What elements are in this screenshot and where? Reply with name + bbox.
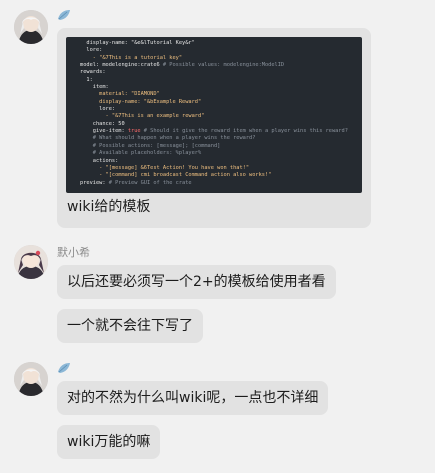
code-token: display-name: "&bExample Reward" <box>80 98 202 105</box>
code-token: give-item: <box>80 128 128 135</box>
anime-avatar-icon <box>14 245 48 279</box>
text-message-bubble[interactable]: wiki万能的嘛 <box>57 425 161 459</box>
code-line: - "&7This is a tutorial key" <box>80 55 362 62</box>
code-line: 1: <box>80 77 362 84</box>
code-token: - "&7This is a tutorial key" <box>80 54 183 61</box>
code-line: material: "DIAMOND" <box>80 91 362 98</box>
code-token: 1: <box>80 76 93 83</box>
code-line: item: <box>80 84 362 91</box>
code-token: # Available placeholders: %player% <box>80 150 202 157</box>
code-token: item: <box>80 84 109 91</box>
code-token: # Should it give the reward item when a … <box>140 128 348 135</box>
code-token: # What should happen when a player wins … <box>80 135 256 142</box>
code-token: rewards: <box>80 69 106 76</box>
code-line: actions: <box>80 158 362 165</box>
code-token: display-name: "&e&lTutorial Key&r" <box>80 40 195 46</box>
code-line: lore: <box>80 106 362 113</box>
leaf-badge-icon <box>58 10 70 20</box>
code-screenshot-image[interactable]: display-name: "&e&lTutorial Key&r" lore:… <box>66 37 362 193</box>
code-line: display-name: "&bExample Reward" <box>80 99 362 106</box>
sender-name[interactable]: 默小希 <box>57 244 90 260</box>
anime-avatar-icon <box>14 362 48 396</box>
text-message-bubble[interactable]: 对的不然为什么叫wiki呢，一点也不详细 <box>57 381 329 415</box>
code-token: actions: <box>80 157 119 164</box>
code-token: model: modelengine:crate6 <box>80 62 163 69</box>
code-token: # Possible actions: [message]; [command] <box>80 142 221 149</box>
code-line: # What should happen when a player wins … <box>80 135 362 142</box>
code-line: rewards: <box>80 69 362 76</box>
code-line: chance: 50 <box>80 121 362 128</box>
code-token: - "[command] cmi broadcast Command actio… <box>80 172 272 179</box>
image-message-bubble[interactable]: display-name: "&e&lTutorial Key&r" lore:… <box>57 28 371 228</box>
leaf-badge-icon <box>58 363 70 373</box>
code-line: - "&7This is an example reward" <box>80 113 362 120</box>
code-token: lore: <box>80 47 103 54</box>
code-token: chance: 50 <box>80 120 125 127</box>
code-token: lore: <box>80 106 116 113</box>
code-line: # Available placeholders: %player% <box>80 150 362 157</box>
anime-avatar-icon <box>14 10 48 44</box>
code-line: preview: # Preview GUI of the crate <box>80 180 362 187</box>
code-token: # Possible values: modelengine:ModelID <box>162 62 285 69</box>
code-line: - "[command] cmi broadcast Command actio… <box>80 172 362 179</box>
avatar[interactable] <box>14 362 48 396</box>
sender-name-area <box>57 8 71 22</box>
code-token: - "&7This is an example reward" <box>80 113 205 120</box>
text-message-bubble[interactable]: 一个就不会往下写了 <box>57 309 203 343</box>
code-token: # Preview GUI of the crate <box>108 179 192 186</box>
code-line: model: modelengine:crate6 # Possible val… <box>80 62 362 69</box>
image-caption: wiki给的模板 <box>67 199 151 215</box>
avatar[interactable] <box>14 10 48 44</box>
sender-name-area: 默小希 <box>57 245 90 259</box>
code-line: # Possible actions: [message]; [command] <box>80 143 362 150</box>
avatar[interactable] <box>14 245 48 279</box>
code-token: preview: <box>80 179 109 186</box>
code-line: - "[message] &6Test Action! You have won… <box>80 165 362 172</box>
code-token: - "[message] &6Test Action! You have won… <box>80 164 250 171</box>
code-line: display-name: "&e&lTutorial Key&r" <box>80 40 362 47</box>
sender-name-area <box>57 361 71 375</box>
code-token: true <box>127 128 141 135</box>
code-line: give-item: true # Should it give the rew… <box>80 128 362 135</box>
text-message-bubble[interactable]: 以后还要必须写一个2+的模板给使用者看 <box>57 265 336 299</box>
code-line: lore: <box>80 47 362 54</box>
code-token: material: "DIAMOND" <box>80 91 160 98</box>
